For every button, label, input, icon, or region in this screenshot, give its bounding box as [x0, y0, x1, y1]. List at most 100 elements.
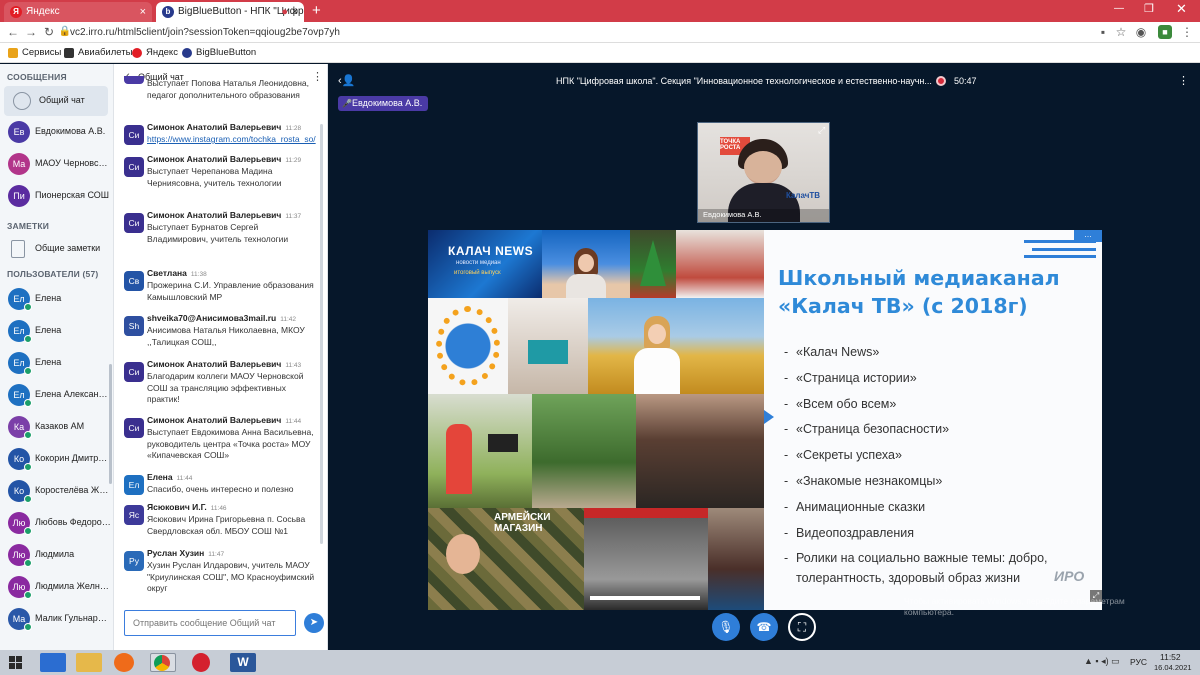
private-chat-item[interactable]: Ма МАОУ Черновская ...: [0, 149, 113, 179]
message-text: Анисимова Наталья Николаевна, МКОУ ,,Тал…: [147, 325, 305, 347]
meeting-title: НПК "Цифровая школа". Секция "Инновацион…: [556, 76, 932, 86]
slide-deco-line-mid: [1032, 248, 1096, 251]
share-webcam-button[interactable]: ⛶: [788, 613, 816, 641]
options-icon[interactable]: ⋮: [1178, 74, 1189, 87]
fullscreen-icon[interactable]: ⤢: [818, 125, 825, 136]
sign-shape: [528, 340, 568, 364]
bookmark-bbb[interactable]: BigBlueButton: [182, 46, 256, 60]
close-tab-icon[interactable]: ×: [140, 2, 146, 22]
public-chat-item[interactable]: Общий чат: [4, 86, 108, 116]
slide-bullet-item: - «Всем обо всем»: [784, 394, 1074, 414]
bullet-dash: -: [784, 499, 789, 514]
profile-icon[interactable]: ■: [1158, 25, 1172, 39]
user-name: Елена: [35, 325, 62, 335]
firefox-icon[interactable]: [114, 653, 134, 672]
collage-girl-sign: [508, 298, 588, 394]
user-list-item[interactable]: Лю Любовь Федоровна: [0, 508, 113, 538]
author-name: Симонок Анатолий Валерьевич: [147, 415, 282, 425]
private-chat-item[interactable]: Ев Евдокимова А.В.: [0, 117, 113, 147]
internet-explorer-icon[interactable]: [40, 653, 66, 672]
collage-christmas-tree: [630, 230, 676, 298]
menu-icon[interactable]: ⋮: [1180, 25, 1194, 39]
user-list-item[interactable]: Ко Кокорин Дмитрий ...: [0, 444, 113, 474]
chat-scrollbar[interactable]: [320, 124, 323, 544]
kalachtv-logo: КалачТВ: [786, 191, 821, 200]
user-list-item[interactable]: Ел Елена Александр...: [0, 380, 113, 410]
file-explorer-icon[interactable]: [76, 653, 102, 672]
microphone-button[interactable]: 🎙: [712, 613, 740, 641]
tab-label: Яндекс: [26, 6, 60, 17]
slide-menu-button[interactable]: …: [1074, 230, 1102, 242]
message-time: 11:38: [190, 271, 207, 278]
message-time: 11:44: [176, 475, 193, 482]
collage-camera-shoot: [428, 394, 532, 508]
minimize-window-button[interactable]: —: [1114, 3, 1124, 14]
user-list-item[interactable]: Лю Людмила Желнина: [0, 572, 113, 602]
send-button[interactable]: ➤: [304, 613, 324, 633]
chat-message-input[interactable]: [124, 610, 296, 636]
user-list-item[interactable]: Ел Елена: [0, 348, 113, 378]
online-status-icon: [24, 591, 32, 599]
tab-bigbluebutton[interactable]: b BigBlueButton - НПК "Цифр ● ×: [156, 2, 304, 22]
bullet-text: «Секреты успеха»: [796, 448, 902, 463]
tab-yandex[interactable]: Я Яндекс ×: [4, 2, 152, 22]
message-text: Прожерина С.И. Управление образования Ка…: [147, 280, 314, 302]
avatar: Ев: [8, 121, 30, 143]
bookmark-flights[interactable]: Авиабилеты: [64, 46, 132, 60]
message-time: 11:46: [210, 505, 227, 512]
camera-icon[interactable]: ▪: [1096, 25, 1110, 39]
chat-panel: ‹ Общий чат ⋮ Выступает Попова Наталья Л…: [114, 64, 328, 650]
apps-grid-icon: [8, 48, 18, 58]
windows-start-icon[interactable]: [6, 653, 26, 672]
webcam-name: Евдокимова А.В.: [703, 210, 762, 219]
opera-icon[interactable]: [192, 653, 210, 672]
leave-audio-button[interactable]: ☎: [750, 613, 778, 641]
tray-icons[interactable]: ▲ ▪ ◂) ▭: [1084, 656, 1120, 667]
avatar: Яс: [124, 505, 144, 525]
users-scrollbar[interactable]: [109, 364, 112, 484]
chrome-icon[interactable]: [150, 653, 176, 672]
online-status-icon: [24, 623, 32, 631]
user-list-item[interactable]: Ко Коростелёва Жан...: [0, 476, 113, 506]
user-list-item[interactable]: Ел Елена: [0, 284, 113, 314]
person-face-front: [744, 151, 782, 183]
message-time: 11:28: [285, 125, 302, 132]
user-list-item[interactable]: Лю Людмила: [0, 540, 113, 570]
webcam-video[interactable]: ТОЧКА РОСТА КалачТВ ⤢ Евдокимова А.В.: [697, 122, 830, 223]
address-bar: ← → ↻ 🔒 vc2.irro.ru/html5client/join?ses…: [0, 22, 1200, 43]
url-field[interactable]: vc2.irro.ru/html5client/join?sessionToke…: [70, 25, 340, 40]
close-tab-icon[interactable]: ×: [292, 2, 298, 22]
toggle-userlist-icon[interactable]: ‹👤: [338, 74, 355, 87]
reload-icon[interactable]: ↻: [42, 25, 56, 39]
photo-face: [648, 324, 666, 344]
collage-war-photo: [584, 508, 708, 610]
new-tab-button[interactable]: +: [312, 2, 321, 19]
collage-wheat-field: [588, 298, 764, 394]
message-text[interactable]: https://www.instagram.com/tochka_rosta_s…: [147, 134, 319, 146]
presenter-name: Евдокимова А.В.: [352, 98, 423, 108]
bookmark-yandex[interactable]: Яндекс: [132, 46, 178, 60]
bullet-text: «Страница истории»: [796, 370, 917, 385]
extension-icon[interactable]: ◉: [1134, 25, 1148, 39]
private-chat-item[interactable]: Пи Пионерская СОШ: [0, 181, 113, 211]
user-list-item[interactable]: Ма Малик Гульнара ...: [0, 604, 113, 634]
user-name: Людмила: [35, 549, 75, 559]
restore-window-button[interactable]: ❐: [1144, 2, 1154, 15]
bookmark-star-icon[interactable]: ☆: [1114, 25, 1128, 39]
close-window-button[interactable]: ✕: [1176, 1, 1187, 17]
avatar: Си: [124, 213, 144, 233]
forward-icon[interactable]: →: [24, 25, 38, 39]
user-list-item[interactable]: Ка Казаков АМ: [0, 412, 113, 442]
slide-bullet-item: - «Секреты успеха»: [784, 445, 1074, 465]
word-icon[interactable]: W: [230, 653, 256, 672]
microphone-icon: 🎙: [718, 620, 734, 634]
language-indicator[interactable]: РУС: [1130, 657, 1147, 667]
user-list-item[interactable]: Ел Елена: [0, 316, 113, 346]
recording-indicator-icon[interactable]: [936, 76, 946, 86]
person-red: [446, 424, 472, 494]
bookmark-services[interactable]: Сервисы: [8, 46, 61, 60]
message-text: Благодарим коллеги МАОУ Черновской СОШ з…: [147, 371, 304, 404]
bullet-text: «Знакомые незнакомцы»: [796, 474, 943, 488]
back-icon[interactable]: ←: [6, 25, 20, 39]
shared-notes-item[interactable]: Общие заметки: [0, 234, 113, 264]
